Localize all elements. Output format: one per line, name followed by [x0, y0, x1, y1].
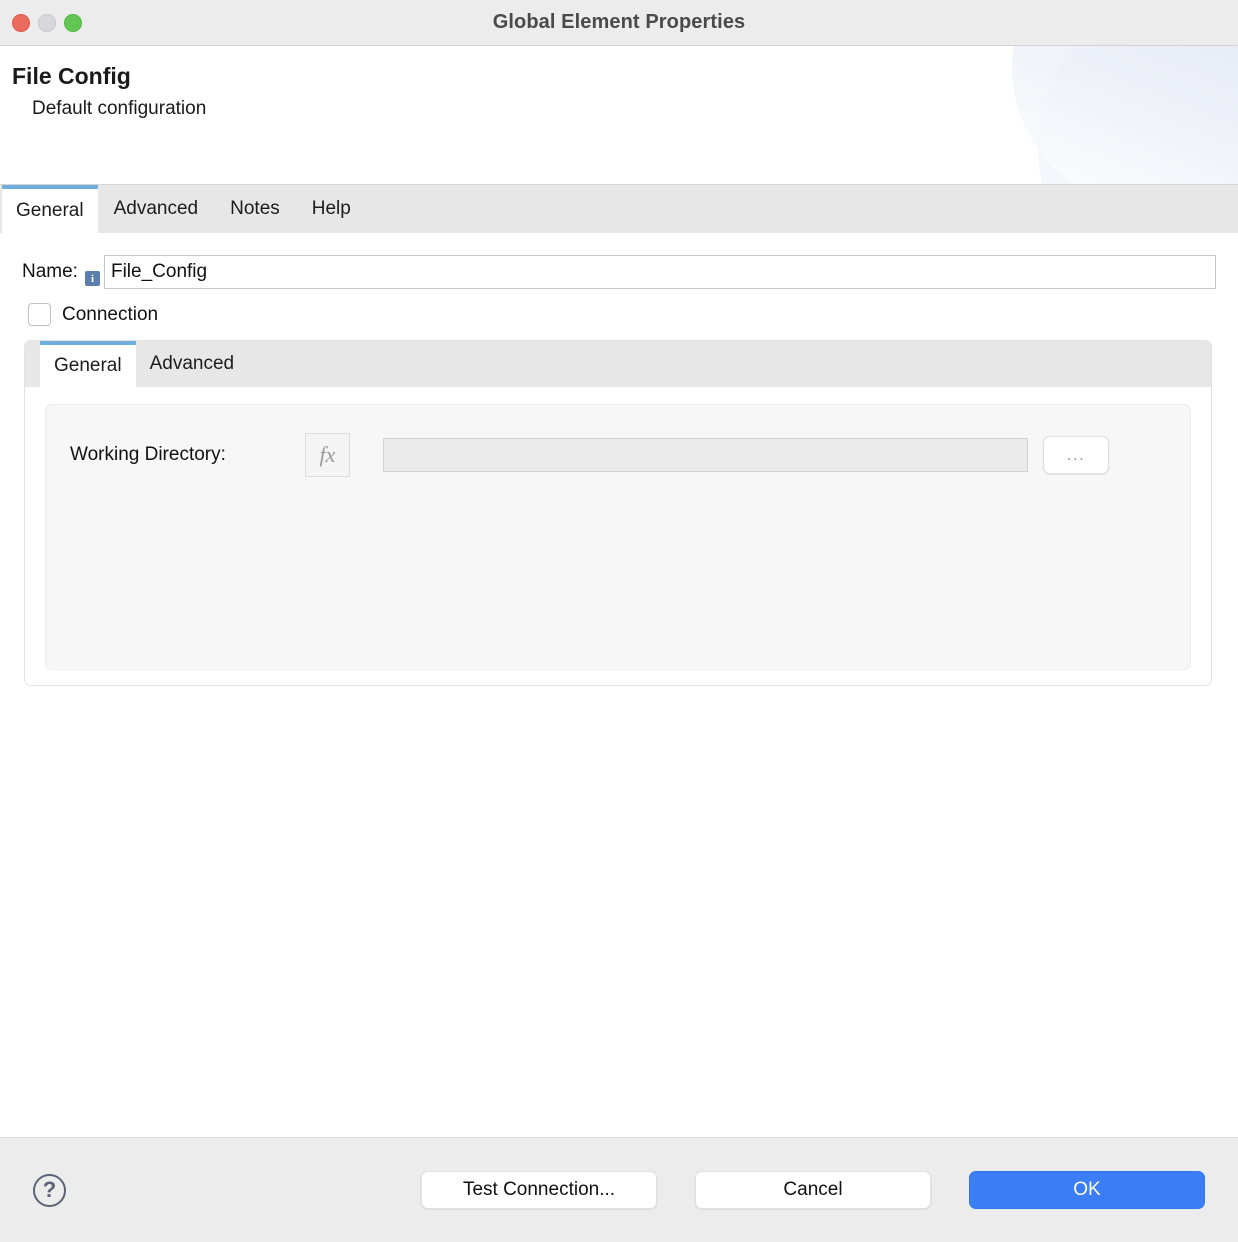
tab-general[interactable]: General — [2, 185, 98, 233]
connection-checkbox-row[interactable]: Connection — [28, 303, 1216, 326]
name-field-row: Name: i — [22, 255, 1216, 289]
working-directory-panel: Working Directory: fx ... — [45, 404, 1191, 670]
tab-help[interactable]: Help — [296, 185, 367, 233]
inner-tab-advanced-label: Advanced — [149, 353, 235, 374]
tab-advanced[interactable]: Advanced — [98, 185, 215, 233]
test-connection-button[interactable]: Test Connection... — [421, 1171, 657, 1209]
close-window-button[interactable] — [12, 13, 30, 32]
info-icon[interactable]: i — [84, 271, 100, 286]
working-directory-input[interactable] — [383, 438, 1028, 472]
inner-tab-content: Working Directory: fx ... — [25, 387, 1211, 685]
tab-advanced-label: Advanced — [113, 198, 199, 219]
tab-help-label: Help — [311, 198, 351, 219]
zoom-window-button[interactable] — [64, 13, 82, 32]
connection-checkbox[interactable] — [28, 303, 51, 326]
dialog-window: Global Element Properties File Config De… — [0, 0, 1238, 1242]
inner-tab-general[interactable]: General — [40, 341, 136, 387]
browse-button[interactable]: ... — [1043, 436, 1109, 474]
connection-settings-card: General Advanced Working Directory: fx .… — [24, 340, 1212, 686]
page-subtitle: Default configuration — [32, 98, 207, 120]
general-tab-content: Name: i Connection General Advanced Work… — [0, 233, 1238, 1137]
title-bar: Global Element Properties — [0, 0, 1238, 46]
outer-tab-strip: General Advanced Notes Help — [0, 185, 1238, 233]
expression-fx-button[interactable]: fx — [305, 433, 350, 477]
inner-tab-general-label: General — [54, 355, 122, 376]
tab-notes-label: Notes — [230, 198, 280, 219]
working-directory-row: Working Directory: fx ... — [70, 433, 1166, 477]
name-label: Name: — [22, 261, 78, 282]
working-directory-label: Working Directory: — [70, 444, 226, 465]
tab-general-label: General — [16, 200, 84, 221]
window-title: Global Element Properties — [492, 11, 746, 33]
tab-notes[interactable]: Notes — [214, 185, 296, 233]
cancel-button[interactable]: Cancel — [695, 1171, 931, 1209]
help-icon[interactable]: ? — [33, 1173, 66, 1207]
window-controls — [12, 13, 82, 32]
inner-tab-strip: General Advanced — [25, 341, 1211, 387]
inner-tab-advanced[interactable]: Advanced — [136, 341, 249, 387]
name-input[interactable] — [103, 255, 1216, 289]
header-banner: File Config Default configuration — [0, 46, 1238, 185]
footer-actions: Test Connection... Cancel OK — [421, 1171, 1205, 1209]
connection-checkbox-label: Connection — [62, 303, 159, 325]
minimize-window-button[interactable] — [38, 13, 56, 32]
page-title: File Config — [12, 63, 131, 89]
ok-button[interactable]: OK — [969, 1171, 1205, 1209]
dialog-footer: ? Test Connection... Cancel OK — [0, 1137, 1238, 1242]
